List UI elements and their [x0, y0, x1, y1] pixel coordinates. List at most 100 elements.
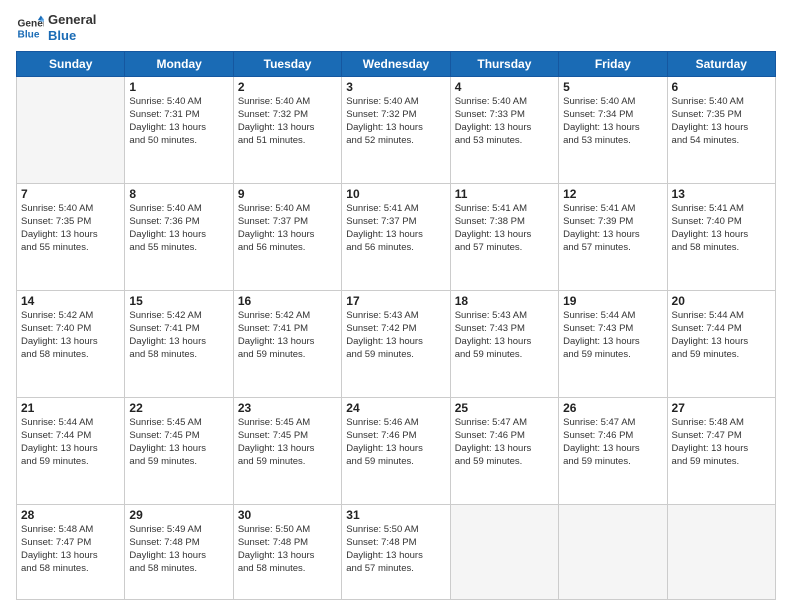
calendar-cell: 18 Sunrise: 5:43 AM Sunset: 7:43 PM Dayli… [450, 291, 558, 398]
day-detail: Sunrise: 5:48 AM Sunset: 7:47 PM Dayligh… [21, 524, 120, 575]
day-number: 4 [455, 80, 554, 94]
calendar-cell [450, 505, 558, 600]
day-detail: Sunrise: 5:44 AM Sunset: 7:43 PM Dayligh… [563, 310, 662, 361]
day-detail: Sunrise: 5:47 AM Sunset: 7:46 PM Dayligh… [563, 417, 662, 468]
day-detail: Sunrise: 5:40 AM Sunset: 7:34 PM Dayligh… [563, 96, 662, 147]
logo-general: General [48, 12, 96, 28]
day-detail: Sunrise: 5:45 AM Sunset: 7:45 PM Dayligh… [129, 417, 228, 468]
calendar-table: SundayMondayTuesdayWednesdayThursdayFrid… [16, 51, 776, 600]
calendar-cell: 3 Sunrise: 5:40 AM Sunset: 7:32 PM Daylig… [342, 77, 450, 184]
day-detail: Sunrise: 5:40 AM Sunset: 7:33 PM Dayligh… [455, 96, 554, 147]
day-detail: Sunrise: 5:46 AM Sunset: 7:46 PM Dayligh… [346, 417, 445, 468]
day-detail: Sunrise: 5:43 AM Sunset: 7:43 PM Dayligh… [455, 310, 554, 361]
day-detail: Sunrise: 5:41 AM Sunset: 7:37 PM Dayligh… [346, 203, 445, 254]
day-detail: Sunrise: 5:43 AM Sunset: 7:42 PM Dayligh… [346, 310, 445, 361]
calendar-cell: 30Sunrise: 5:50 AM Sunset: 7:48 PM Dayli… [233, 505, 341, 600]
calendar-cell: 2 Sunrise: 5:40 AM Sunset: 7:32 PM Daylig… [233, 77, 341, 184]
day-detail: Sunrise: 5:40 AM Sunset: 7:35 PM Dayligh… [21, 203, 120, 254]
day-detail: Sunrise: 5:40 AM Sunset: 7:32 PM Dayligh… [346, 96, 445, 147]
weekday-header: Monday [125, 52, 233, 77]
page-header: General Blue General Blue [16, 12, 776, 43]
calendar-cell: 12 Sunrise: 5:41 AM Sunset: 7:39 PM Dayli… [559, 184, 667, 291]
day-detail: Sunrise: 5:41 AM Sunset: 7:38 PM Dayligh… [455, 203, 554, 254]
day-detail: Sunrise: 5:42 AM Sunset: 7:41 PM Dayligh… [129, 310, 228, 361]
calendar-cell: 8Sunrise: 5:40 AM Sunset: 7:36 PM Daylig… [125, 184, 233, 291]
calendar-cell: 9 Sunrise: 5:40 AM Sunset: 7:37 PM Daylig… [233, 184, 341, 291]
day-number: 20 [672, 294, 771, 308]
day-number: 19 [563, 294, 662, 308]
calendar-cell: 19 Sunrise: 5:44 AM Sunset: 7:43 PM Dayli… [559, 291, 667, 398]
day-number: 16 [238, 294, 337, 308]
calendar-cell: 4 Sunrise: 5:40 AM Sunset: 7:33 PM Daylig… [450, 77, 558, 184]
day-number: 29 [129, 508, 228, 522]
day-detail: Sunrise: 5:48 AM Sunset: 7:47 PM Dayligh… [672, 417, 771, 468]
calendar-cell: 27Sunrise: 5:48 AM Sunset: 7:47 PM Dayli… [667, 398, 775, 505]
calendar-cell: 28 Sunrise: 5:48 AM Sunset: 7:47 PM Dayli… [17, 505, 125, 600]
day-detail: Sunrise: 5:50 AM Sunset: 7:48 PM Dayligh… [346, 524, 445, 575]
day-number: 9 [238, 187, 337, 201]
calendar-cell: 13 Sunrise: 5:41 AM Sunset: 7:40 PM Dayli… [667, 184, 775, 291]
day-number: 15 [129, 294, 228, 308]
calendar-cell [667, 505, 775, 600]
calendar-cell: 20 Sunrise: 5:44 AM Sunset: 7:44 PM Dayli… [667, 291, 775, 398]
day-number: 18 [455, 294, 554, 308]
weekday-header: Saturday [667, 52, 775, 77]
day-number: 10 [346, 187, 445, 201]
day-number: 14 [21, 294, 120, 308]
day-detail: Sunrise: 5:45 AM Sunset: 7:45 PM Dayligh… [238, 417, 337, 468]
day-number: 8 [129, 187, 228, 201]
calendar-cell: 23 Sunrise: 5:45 AM Sunset: 7:45 PM Dayli… [233, 398, 341, 505]
day-detail: Sunrise: 5:41 AM Sunset: 7:39 PM Dayligh… [563, 203, 662, 254]
day-number: 22 [129, 401, 228, 415]
weekday-header: Tuesday [233, 52, 341, 77]
day-number: 11 [455, 187, 554, 201]
calendar-cell: 11 Sunrise: 5:41 AM Sunset: 7:38 PM Dayli… [450, 184, 558, 291]
calendar-cell: 29 Sunrise: 5:49 AM Sunset: 7:48 PM Dayli… [125, 505, 233, 600]
day-detail: Sunrise: 5:40 AM Sunset: 7:35 PM Dayligh… [672, 96, 771, 147]
calendar-cell: 16 Sunrise: 5:42 AM Sunset: 7:41 PM Dayli… [233, 291, 341, 398]
day-detail: Sunrise: 5:40 AM Sunset: 7:37 PM Dayligh… [238, 203, 337, 254]
day-detail: Sunrise: 5:40 AM Sunset: 7:32 PM Dayligh… [238, 96, 337, 147]
day-number: 28 [21, 508, 120, 522]
day-detail: Sunrise: 5:50 AM Sunset: 7:48 PM Dayligh… [238, 524, 337, 575]
day-number: 1 [129, 80, 228, 94]
day-number: 13 [672, 187, 771, 201]
logo: General Blue General Blue [16, 12, 96, 43]
day-number: 12 [563, 187, 662, 201]
day-number: 21 [21, 401, 120, 415]
day-detail: Sunrise: 5:49 AM Sunset: 7:48 PM Dayligh… [129, 524, 228, 575]
calendar-cell: 6Sunrise: 5:40 AM Sunset: 7:35 PM Daylig… [667, 77, 775, 184]
calendar-cell: 17Sunrise: 5:43 AM Sunset: 7:42 PM Dayli… [342, 291, 450, 398]
calendar-cell [17, 77, 125, 184]
day-detail: Sunrise: 5:40 AM Sunset: 7:31 PM Dayligh… [129, 96, 228, 147]
weekday-header: Sunday [17, 52, 125, 77]
day-number: 7 [21, 187, 120, 201]
calendar-cell: 26 Sunrise: 5:47 AM Sunset: 7:46 PM Dayli… [559, 398, 667, 505]
calendar-cell: 25 Sunrise: 5:47 AM Sunset: 7:46 PM Dayli… [450, 398, 558, 505]
day-detail: Sunrise: 5:41 AM Sunset: 7:40 PM Dayligh… [672, 203, 771, 254]
day-number: 5 [563, 80, 662, 94]
day-detail: Sunrise: 5:47 AM Sunset: 7:46 PM Dayligh… [455, 417, 554, 468]
calendar-cell: 10 Sunrise: 5:41 AM Sunset: 7:37 PM Dayli… [342, 184, 450, 291]
calendar-cell: 15 Sunrise: 5:42 AM Sunset: 7:41 PM Dayli… [125, 291, 233, 398]
day-number: 23 [238, 401, 337, 415]
weekday-header: Friday [559, 52, 667, 77]
calendar-cell: 7 Sunrise: 5:40 AM Sunset: 7:35 PM Daylig… [17, 184, 125, 291]
day-detail: Sunrise: 5:44 AM Sunset: 7:44 PM Dayligh… [672, 310, 771, 361]
calendar-cell: 14 Sunrise: 5:42 AM Sunset: 7:40 PM Dayli… [17, 291, 125, 398]
calendar-cell: 5 Sunrise: 5:40 AM Sunset: 7:34 PM Daylig… [559, 77, 667, 184]
day-number: 3 [346, 80, 445, 94]
logo-blue: Blue [48, 28, 96, 44]
day-detail: Sunrise: 5:42 AM Sunset: 7:40 PM Dayligh… [21, 310, 120, 361]
weekday-header: Thursday [450, 52, 558, 77]
day-detail: Sunrise: 5:42 AM Sunset: 7:41 PM Dayligh… [238, 310, 337, 361]
calendar-cell: 1 Sunrise: 5:40 AM Sunset: 7:31 PM Daylig… [125, 77, 233, 184]
calendar-cell: 24 Sunrise: 5:46 AM Sunset: 7:46 PM Dayli… [342, 398, 450, 505]
day-number: 24 [346, 401, 445, 415]
day-detail: Sunrise: 5:44 AM Sunset: 7:44 PM Dayligh… [21, 417, 120, 468]
day-number: 26 [563, 401, 662, 415]
day-number: 2 [238, 80, 337, 94]
weekday-header: Wednesday [342, 52, 450, 77]
day-number: 31 [346, 508, 445, 522]
day-number: 25 [455, 401, 554, 415]
